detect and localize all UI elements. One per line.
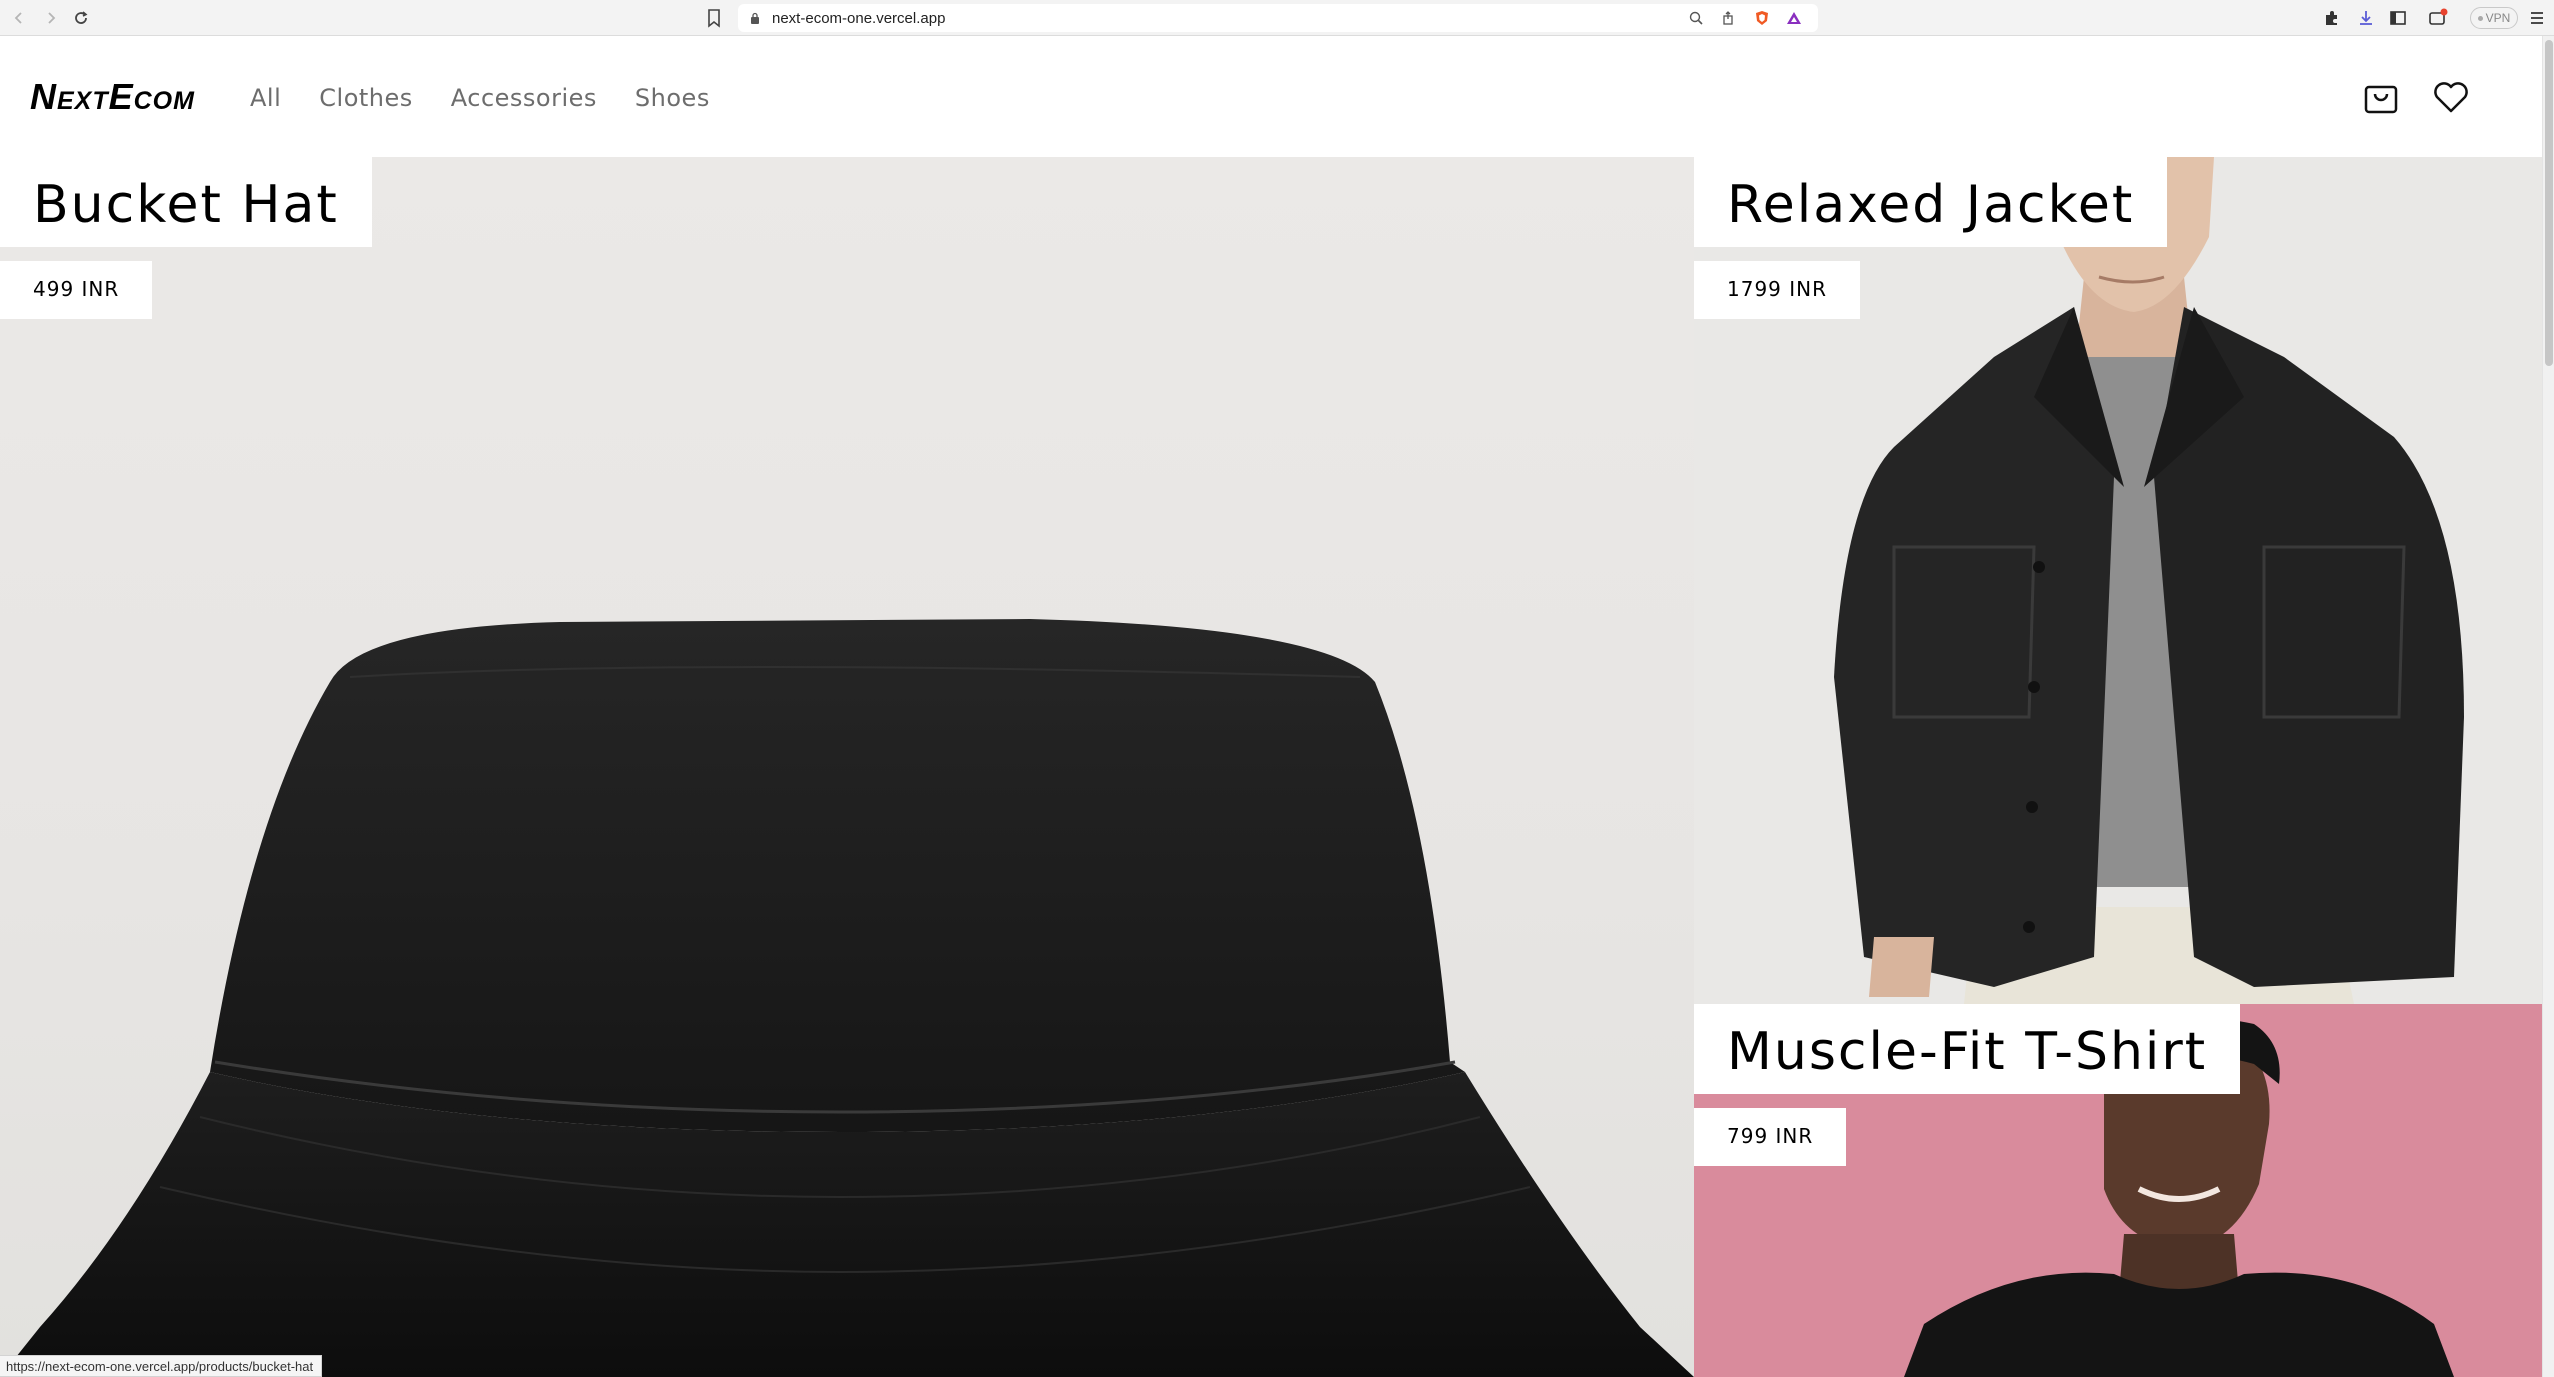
extensions-icon[interactable]	[2322, 8, 2342, 28]
rewards-icon[interactable]	[1786, 10, 1802, 26]
product-card-bucket-hat[interactable]: Bucket Hat 499 INR	[0, 157, 1694, 1377]
lock-icon	[751, 12, 759, 24]
forward-icon[interactable]	[42, 9, 60, 27]
wishlist-heart-icon[interactable]	[2432, 78, 2470, 116]
nav-link-all[interactable]: All	[250, 84, 281, 112]
main-nav: All Clothes Accessories Shoes	[250, 84, 710, 112]
reload-icon[interactable]	[72, 9, 90, 27]
brave-shield-icon[interactable]	[1754, 10, 1770, 26]
product-card-muscle-fit-tshirt[interactable]: Muscle-Fit T-Shirt 799 INR	[1694, 1004, 2542, 1377]
product-title: Bucket Hat	[0, 157, 372, 247]
bucket-hat-image	[0, 619, 1694, 1377]
vpn-label: VPN	[2485, 11, 2511, 25]
back-icon[interactable]	[10, 9, 28, 27]
share-icon[interactable]	[1720, 10, 1736, 26]
zoom-icon[interactable]	[1688, 10, 1704, 26]
scrollbar-thumb[interactable]	[2545, 40, 2553, 366]
product-title: Relaxed Jacket	[1694, 157, 2168, 247]
logo[interactable]: NextEcom	[30, 76, 195, 120]
vpn-button[interactable]: VPN	[2470, 7, 2518, 29]
product-card-relaxed-jacket[interactable]: Relaxed Jacket 1799 INR	[1694, 157, 2542, 1004]
bookmark-icon[interactable]	[706, 8, 722, 28]
cart-icon[interactable]	[2362, 78, 2400, 116]
downloads-icon[interactable]	[2356, 8, 2376, 28]
product-price: 499 INR	[0, 261, 153, 319]
vpn-status-dot	[2477, 15, 2483, 21]
wallet-icon[interactable]	[2428, 8, 2448, 28]
status-bar-url: https://next-ecom-one.vercel.app/product…	[0, 1355, 323, 1377]
browser-toolbar: next-ecom-one.vercel.app VPN	[0, 0, 2554, 36]
site-header: NextEcom All Clothes Accessories Shoes	[0, 36, 2542, 157]
url-text: next-ecom-one.vercel.app	[772, 9, 946, 27]
menu-icon[interactable]	[2527, 8, 2547, 28]
nav-link-shoes[interactable]: Shoes	[635, 84, 710, 112]
product-price: 799 INR	[1694, 1108, 1847, 1166]
sidebar-icon[interactable]	[2388, 8, 2408, 28]
product-title: Muscle-Fit T-Shirt	[1694, 1004, 2241, 1094]
nav-link-clothes[interactable]: Clothes	[319, 84, 413, 112]
page-scrollbar[interactable]	[2542, 36, 2554, 1377]
product-price: 1799 INR	[1694, 261, 1861, 319]
nav-link-accessories[interactable]: Accessories	[451, 84, 597, 112]
address-bar[interactable]: next-ecom-one.vercel.app	[738, 4, 1818, 32]
